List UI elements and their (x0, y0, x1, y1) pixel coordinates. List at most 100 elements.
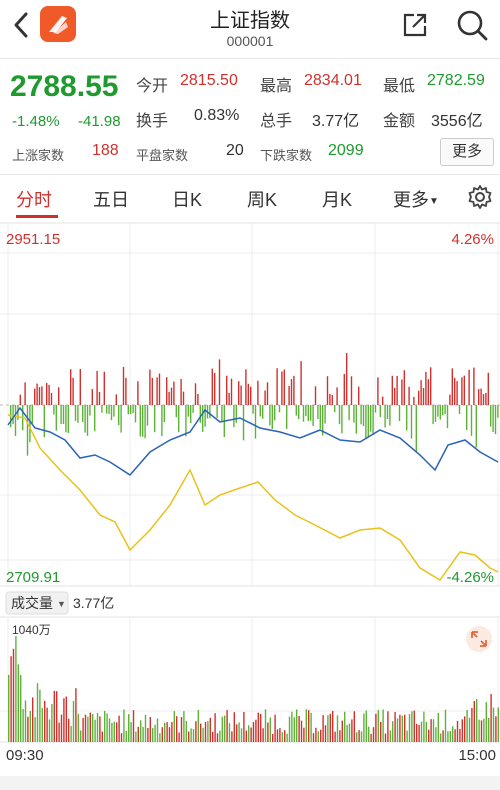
intraday-volume-bar (43, 405, 45, 438)
intraday-volume-bar (158, 373, 161, 405)
intraday-volume-bar (240, 385, 242, 405)
intraday-volume-bar (211, 368, 213, 405)
volume-bar (351, 719, 353, 742)
volume-bar (432, 719, 435, 742)
tab-weekly-k[interactable]: 周K (247, 186, 277, 212)
volume-bar (466, 709, 468, 742)
intraday-volume-bar (216, 405, 218, 418)
active-tab-indicator (16, 215, 58, 218)
volume-bar (308, 710, 310, 742)
tab-daily-k[interactable]: 日K (172, 186, 202, 212)
volume-bar (444, 709, 447, 742)
intraday-volume-bar (173, 381, 175, 405)
expand-icon[interactable] (466, 626, 492, 652)
share-icon[interactable] (400, 10, 430, 40)
volume-bar (404, 714, 406, 742)
intraday-volume-bar (125, 377, 127, 405)
intraday-volume-bar (139, 405, 141, 437)
back-icon[interactable] (8, 8, 34, 42)
intraday-volume-bar (396, 375, 398, 405)
volume-bar (188, 731, 190, 742)
intraday-volume-bar (113, 405, 115, 417)
pct-top-label: 4.26% (451, 231, 494, 248)
intraday-volume-bar (197, 393, 199, 405)
intraday-volume-bar (247, 383, 249, 405)
volume-bar (468, 717, 471, 742)
intraday-volume-bar (314, 386, 317, 405)
intraday-volume-bar (238, 381, 240, 405)
volume-bar (413, 710, 415, 742)
volume-bar (200, 723, 202, 742)
time-end-label: 15:00 (458, 747, 496, 764)
volume-bar (389, 730, 391, 742)
volume-bar (180, 717, 183, 742)
intraday-volume-bar (178, 405, 180, 433)
volume-bar (147, 728, 149, 742)
volume-bar (305, 709, 307, 742)
volume-bar (202, 727, 204, 742)
intraday-volume-bar (494, 405, 497, 435)
volume-bar (459, 729, 461, 742)
volume-bar (15, 636, 17, 742)
volume-bar (137, 726, 139, 742)
intraday-chart[interactable]: 2951.15 4.26% 2709.91 -4.26% 成交量 ▼ 3.77亿… (0, 222, 500, 790)
volume-bar (269, 717, 271, 742)
intraday-volume-bar (19, 394, 21, 405)
intraday-volume-bar (485, 393, 487, 405)
intraday-volume-bar (358, 386, 360, 405)
intraday-volume-bar (326, 376, 329, 405)
search-icon[interactable] (455, 8, 489, 42)
tab-five-day[interactable]: 五日 (93, 186, 129, 212)
volume-bar (260, 713, 262, 742)
intraday-volume-bar (79, 369, 81, 405)
intraday-volume-bar (370, 405, 372, 432)
intraday-volume-bar (461, 377, 463, 405)
volume-bar (356, 732, 358, 742)
intraday-volume-bar (182, 391, 185, 405)
intraday-volume-bar (94, 405, 96, 432)
volume-bar (274, 714, 276, 742)
volume-bar (46, 707, 48, 742)
volume-bar (82, 718, 84, 742)
volume-bar (267, 722, 269, 742)
intraday-volume-bar (478, 389, 480, 405)
intraday-volume-bar (454, 378, 456, 405)
intraday-volume-bar (218, 359, 221, 405)
volume-bar (408, 714, 411, 742)
intraday-volume-bar (336, 387, 338, 405)
tab-more-label: 更多 (393, 190, 429, 210)
volume-bar (365, 710, 367, 742)
intraday-volume-bar (89, 405, 91, 416)
volume-bar (12, 648, 15, 743)
volume-bar (171, 722, 173, 742)
intraday-volume-bar (77, 405, 79, 423)
intraday-volume-bar (108, 405, 110, 414)
volume-bar (123, 709, 125, 742)
tab-monthly-k[interactable]: 月K (322, 186, 352, 212)
intraday-volume-bar (382, 396, 384, 405)
volume-bar (449, 731, 451, 742)
volume-bar (368, 726, 370, 742)
volume-bar (384, 733, 387, 742)
low-value: 2782.59 (427, 72, 485, 89)
intraday-volume-bar (355, 405, 357, 434)
gear-icon[interactable] (467, 184, 493, 210)
intraday-volume-bar (310, 405, 312, 421)
intraday-volume-bar (360, 405, 362, 425)
more-quote-button[interactable]: 更多 (440, 138, 494, 166)
page-title: 上证指数 (210, 10, 290, 32)
tab-intraday[interactable]: 分时 (16, 186, 52, 212)
volume-bars (8, 636, 499, 743)
intraday-volume-bar (48, 384, 50, 405)
intraday-volume-bar (230, 378, 233, 405)
volume-bar (17, 664, 19, 742)
intraday-volume-bar (233, 405, 235, 428)
intraday-volume-bar (408, 386, 410, 405)
tab-more[interactable]: 更多▼ (393, 186, 439, 212)
intraday-volume-bar (250, 386, 252, 405)
intraday-volume-bar (149, 369, 151, 405)
volume-bar (471, 708, 473, 742)
intraday-volume-bar (209, 405, 211, 419)
volume-bar (77, 713, 79, 742)
intraday-volume-bar (130, 405, 132, 414)
